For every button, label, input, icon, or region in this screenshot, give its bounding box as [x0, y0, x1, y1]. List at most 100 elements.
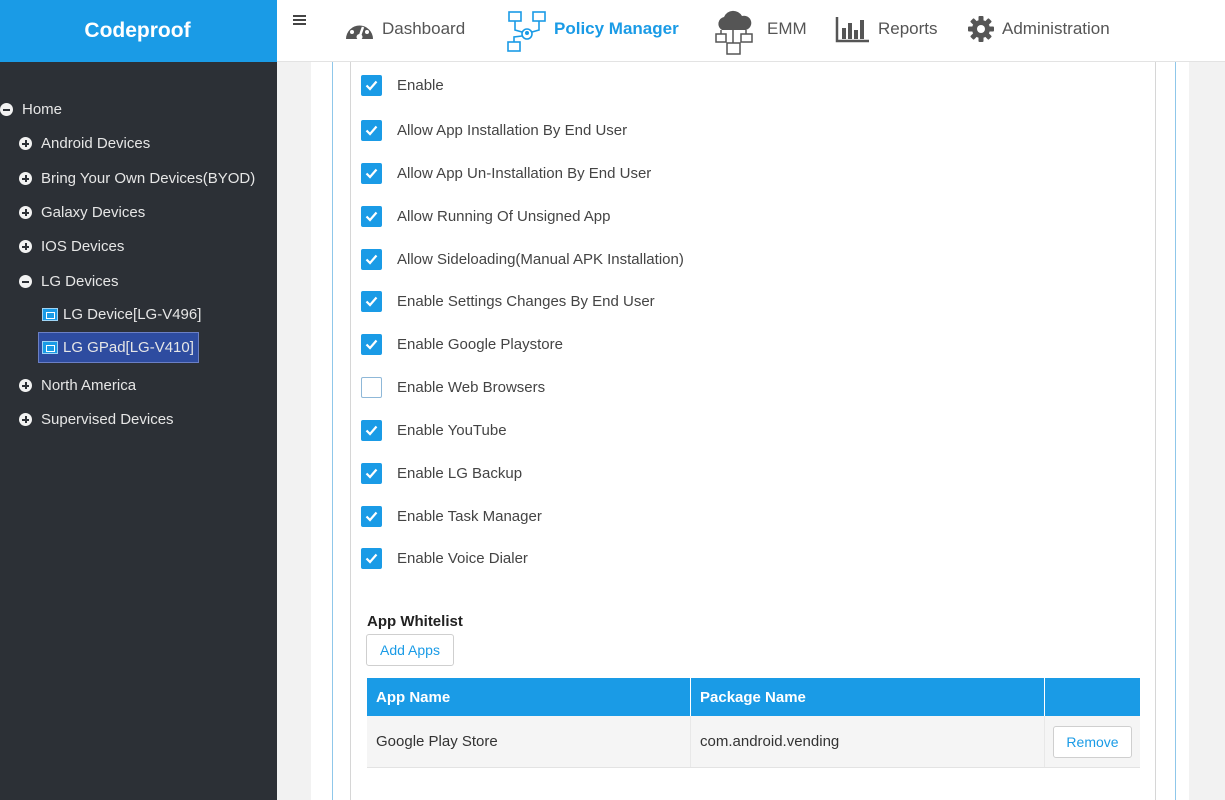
setting-row: Allow Sideloading(Manual APK Installatio… — [361, 249, 684, 270]
sidebar-item-android-devices[interactable]: Android Devices — [19, 135, 150, 152]
setting-label: Enable YouTube — [397, 422, 507, 439]
setting-row: Enable YouTube — [361, 420, 507, 441]
plus-circle-icon[interactable] — [19, 137, 32, 150]
device-icon — [42, 308, 58, 321]
setting-row: Enable — [361, 75, 444, 96]
sidebar-item-label: North America — [41, 377, 137, 394]
checkbox[interactable] — [361, 120, 382, 141]
column-header-actions — [1045, 678, 1140, 716]
setting-label: Allow App Un-Installation By End User — [397, 165, 652, 182]
setting-label: Enable Web Browsers — [397, 379, 546, 396]
sidebar-item-label: LG Device[LG-V496] — [63, 306, 202, 323]
checkbox[interactable] — [361, 206, 382, 227]
minus-circle-icon[interactable] — [19, 275, 32, 288]
hamburger-menu-icon[interactable] — [293, 15, 306, 27]
nav-label: Administration — [1002, 19, 1110, 38]
setting-label: Allow App Installation By End User — [397, 122, 628, 139]
sidebar-item-supervised-devices[interactable]: Supervised Devices — [19, 411, 174, 428]
setting-row: Allow App Installation By End User — [361, 120, 627, 141]
cell-actions: Remove — [1045, 716, 1140, 767]
sidebar-item-label: Bring Your Own Devices(BYOD) — [41, 170, 256, 187]
table-row: Google Play Store com.android.vending Re… — [367, 716, 1140, 768]
column-header-package-name: Package Name — [691, 678, 1045, 716]
plus-circle-icon[interactable] — [19, 206, 32, 219]
panel-inner-border-left — [350, 62, 351, 800]
setting-label: Enable — [397, 77, 444, 94]
nav-label: Reports — [878, 19, 938, 38]
setting-row: Enable Web Browsers — [361, 377, 545, 398]
nav-dashboard[interactable]: Dashboard — [344, 0, 465, 58]
sidebar-item-lg-devices[interactable]: LG Devices — [19, 273, 119, 290]
plus-circle-icon[interactable] — [19, 379, 32, 392]
setting-row: Enable Settings Changes By End User — [361, 291, 655, 312]
setting-label: Enable LG Backup — [397, 465, 523, 482]
nav-administration[interactable]: Administration — [967, 0, 1110, 58]
table-header: App Name Package Name — [367, 678, 1140, 716]
sidebar-item-byod[interactable]: Bring Your Own Devices(BYOD) — [19, 170, 255, 187]
nav-policy-manager[interactable]: Policy Manager — [507, 0, 679, 58]
remove-app-button[interactable]: Remove — [1053, 725, 1132, 758]
setting-row: Allow Running Of Unsigned App — [361, 206, 610, 227]
sidebar-item-label: Supervised Devices — [41, 411, 174, 428]
device-icon — [42, 341, 58, 354]
app-whitelist-title: App Whitelist — [367, 613, 463, 630]
sidebar-item-label: IOS Devices — [41, 238, 125, 255]
brand-logo[interactable]: Codeproof — [0, 0, 277, 62]
cell-app-name: Google Play Store — [367, 716, 691, 767]
setting-label: Allow Running Of Unsigned App — [397, 208, 611, 225]
panel-border-left — [332, 62, 333, 800]
sidebar-item-lg-device-v496[interactable]: LG Device[LG-V496] — [42, 306, 201, 323]
policy-network-icon — [507, 11, 546, 52]
checkbox[interactable] — [361, 75, 382, 96]
plus-circle-icon[interactable] — [19, 413, 32, 426]
column-header-app-name: App Name — [367, 678, 691, 716]
panel-inner-border-right — [1155, 62, 1156, 800]
dashboard-gauge-icon — [346, 22, 373, 40]
sidebar-item-home[interactable]: Home — [0, 101, 62, 118]
checkbox[interactable] — [361, 249, 382, 270]
add-apps-button[interactable]: Add Apps — [366, 634, 454, 666]
nav-label: EMM — [767, 19, 807, 38]
checkbox[interactable] — [361, 506, 382, 527]
bar-chart-icon — [835, 17, 869, 43]
setting-label: Enable Settings Changes By End User — [397, 293, 655, 310]
cloud-devices-icon — [715, 10, 753, 55]
setting-label: Enable Voice Dialer — [397, 550, 528, 567]
nav-emm[interactable]: EMM — [713, 0, 807, 58]
checkbox[interactable] — [361, 291, 382, 312]
app-whitelist-table: App Name Package Name Google Play Store … — [367, 678, 1140, 768]
sidebar-item-lg-gpad-v410[interactable]: LG GPad[LG-V410] — [38, 332, 199, 363]
checkbox[interactable] — [361, 420, 382, 441]
nav-reports[interactable]: Reports — [835, 0, 938, 58]
setting-label: Enable Google Playstore — [397, 336, 563, 353]
top-nav-bar: Dashboard Policy Manager EMM Reports Adm… — [277, 0, 1225, 62]
checkbox[interactable] — [361, 163, 382, 184]
gear-icon — [968, 16, 994, 42]
sidebar-item-galaxy-devices[interactable]: Galaxy Devices — [19, 204, 145, 221]
setting-label: Allow Sideloading(Manual APK Installatio… — [397, 251, 684, 268]
sidebar-item-label: Android Devices — [41, 135, 151, 152]
setting-label: Enable Task Manager — [397, 508, 542, 525]
plus-circle-icon[interactable] — [19, 240, 32, 253]
setting-row: Enable Task Manager — [361, 506, 542, 527]
panel-border-right — [1175, 62, 1176, 800]
nav-label: Policy Manager — [554, 19, 679, 38]
sidebar-item-north-america[interactable]: North America — [19, 377, 136, 394]
checkbox[interactable] — [361, 377, 382, 398]
checkbox[interactable] — [361, 463, 382, 484]
plus-circle-icon[interactable] — [19, 172, 32, 185]
sidebar-item-label: Home — [22, 101, 63, 118]
checkbox[interactable] — [361, 334, 382, 355]
setting-row: Enable Voice Dialer — [361, 548, 528, 569]
minus-circle-icon[interactable] — [0, 103, 13, 116]
setting-row: Allow App Un-Installation By End User — [361, 163, 651, 184]
cell-package-name: com.android.vending — [691, 716, 1045, 767]
nav-label: Dashboard — [382, 19, 466, 38]
setting-row: Enable Google Playstore — [361, 334, 563, 355]
sidebar-item-ios-devices[interactable]: IOS Devices — [19, 238, 124, 255]
sidebar: Home Android Devices Bring Your Own Devi… — [0, 62, 277, 800]
checkbox[interactable] — [361, 548, 382, 569]
sidebar-item-label: Galaxy Devices — [41, 204, 146, 221]
sidebar-item-label: LG Devices — [41, 273, 119, 290]
setting-row: Enable LG Backup — [361, 463, 522, 484]
